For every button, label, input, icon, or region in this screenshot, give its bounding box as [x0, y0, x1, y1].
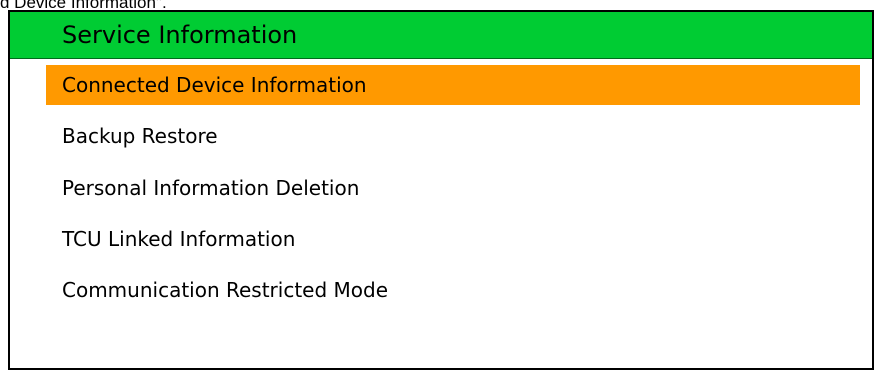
menu-item-label: TCU Linked Information	[62, 227, 296, 251]
menu-item-label: Communication Restricted Mode	[62, 278, 389, 302]
screen-header: Service Information	[10, 12, 872, 59]
screen-title: Service Information	[62, 21, 298, 49]
menu-item-label: Connected Device Information	[62, 73, 367, 97]
menu-item-label: Personal Information Deletion	[62, 176, 360, 200]
menu-item-communication-restricted-mode[interactable]: Communication Restricted Mode	[46, 270, 860, 310]
menu-item-tcu-linked-information[interactable]: TCU Linked Information	[46, 219, 860, 259]
menu-item-personal-information-deletion[interactable]: Personal Information Deletion	[46, 168, 860, 208]
menu-item-backup-restore[interactable]: Backup Restore	[46, 116, 860, 156]
menu-item-connected-device-information[interactable]: Connected Device Information	[46, 65, 860, 105]
service-information-screen: Service Information Connected Device Inf…	[8, 10, 874, 370]
menu-item-label: Backup Restore	[62, 124, 218, 148]
